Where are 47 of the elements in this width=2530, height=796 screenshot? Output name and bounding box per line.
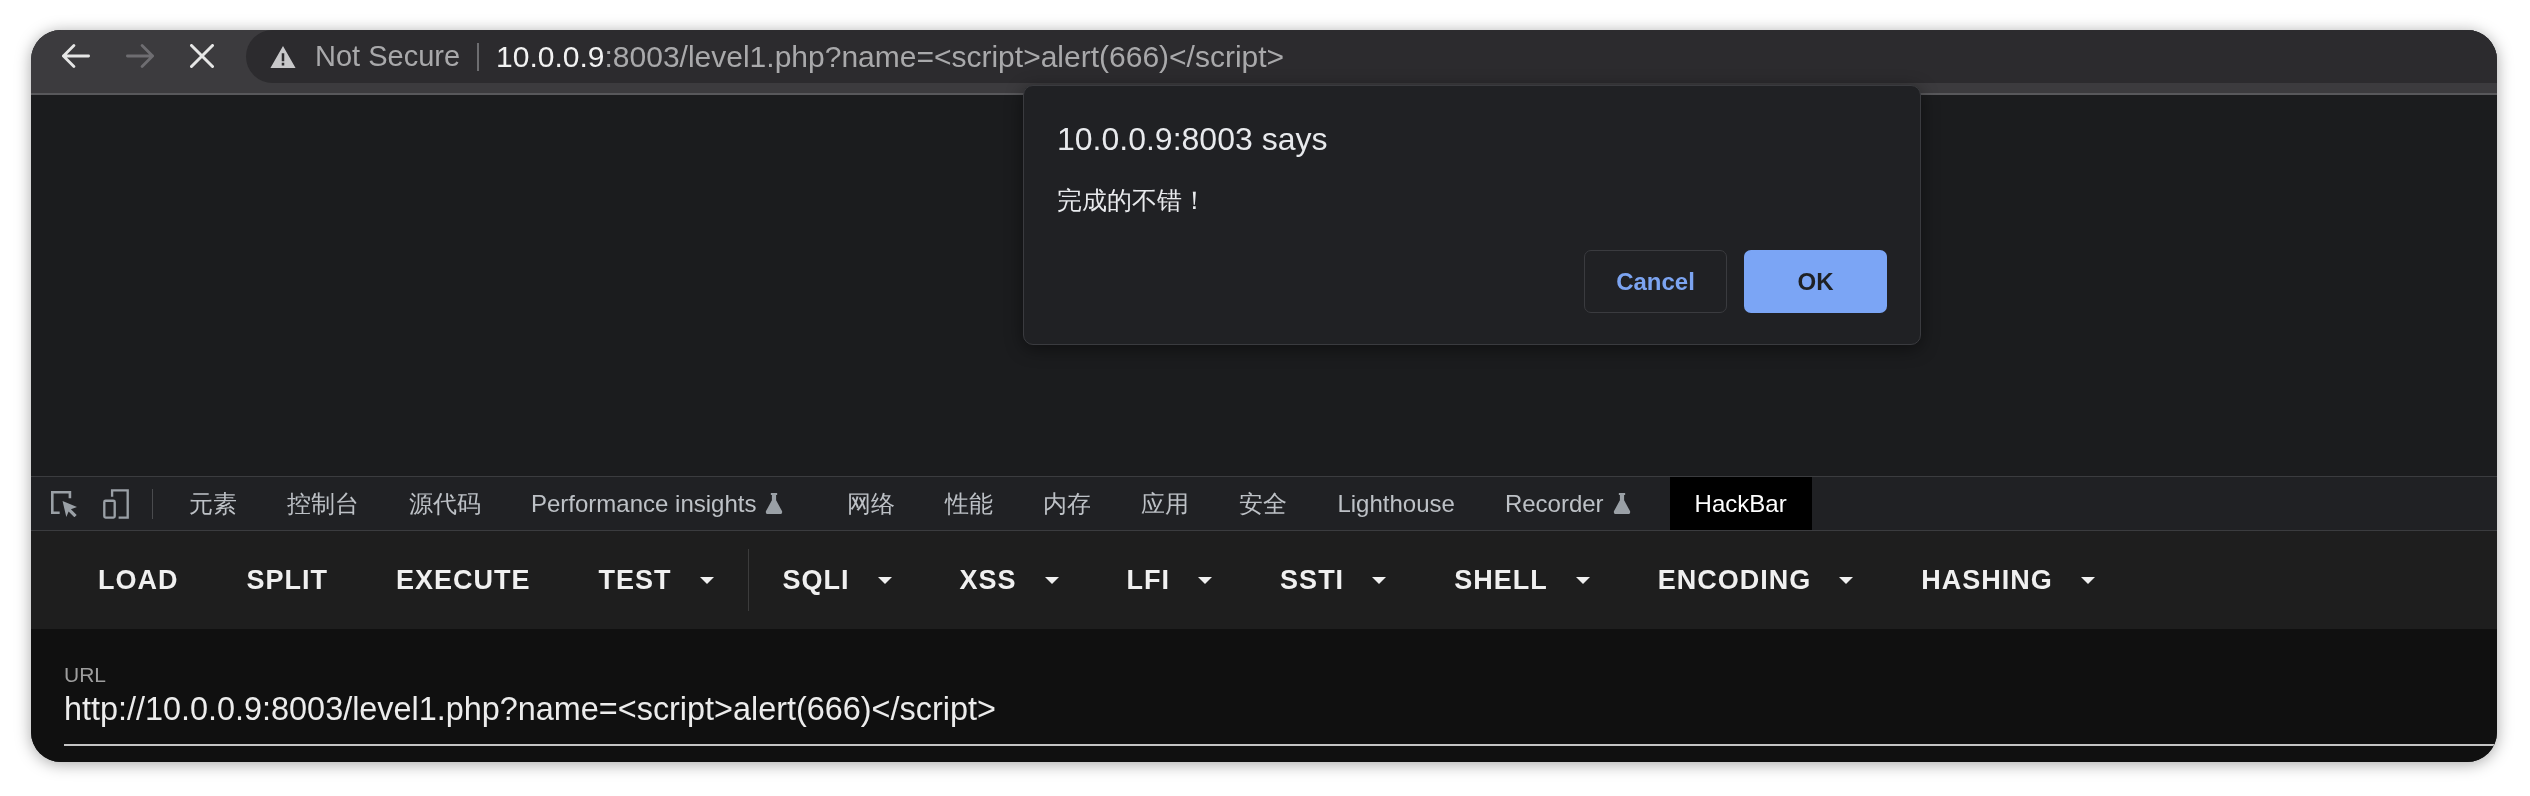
- devtools-tab[interactable]: 源代码: [384, 477, 506, 530]
- devtools-tab[interactable]: 网络: [822, 477, 921, 530]
- devtools-tab[interactable]: Lighthouse: [1312, 477, 1480, 530]
- field-label: URL: [64, 663, 107, 687]
- dropdown-button[interactable]: ENCODING: [1623, 549, 1888, 611]
- devices-icon[interactable]: [103, 488, 129, 519]
- flask-icon: [765, 493, 784, 514]
- url-field[interactable]: URL http://10.0.0.9:8003/level1.php?name=<script>alert(666)</script>: [64, 663, 2497, 746]
- devtools-tab[interactable]: 应用: [1116, 477, 1215, 530]
- url-text: 10.0.0.9:8003/level1.php?name=<script>alert(666)</script>: [496, 39, 1285, 74]
- devtools-tab[interactable]: 安全: [1214, 477, 1313, 530]
- dialog-title: 10.0.0.9:8003 says: [1057, 120, 1329, 159]
- devtools-tab[interactable]: Recorder: [1479, 477, 1670, 530]
- caret-icon: [699, 576, 714, 584]
- devtools-tab[interactable]: HackBar: [1669, 477, 1812, 530]
- devtools-tab[interactable]: 性能: [920, 477, 1019, 530]
- dropdown-button[interactable]: SHELL: [1420, 549, 1624, 611]
- caret-icon: [1044, 576, 1059, 584]
- flask-icon: [1612, 493, 1631, 514]
- dropdown-button[interactable]: SSTI: [1246, 549, 1421, 611]
- caret-icon: [877, 576, 892, 584]
- back-arrow-icon[interactable]: [62, 44, 90, 68]
- caret-icon: [1198, 576, 1213, 584]
- ok-button[interactable]: OK: [1744, 250, 1887, 313]
- devtools-tab[interactable]: 控制台: [262, 477, 384, 530]
- hackbar-button[interactable]: SPLIT: [212, 549, 362, 611]
- hackbar-button[interactable]: LOAD: [64, 549, 213, 611]
- inspect-cursor-icon[interactable]: [51, 490, 77, 517]
- caret-icon: [1839, 576, 1854, 584]
- caret-icon: [2080, 576, 2095, 584]
- cancel-button[interactable]: Cancel: [1584, 250, 1727, 313]
- devtools-tab[interactable]: 内存: [1018, 477, 1117, 530]
- devtools-tab[interactable]: Performance insights: [506, 477, 823, 530]
- warning-icon: [270, 45, 296, 68]
- dropdown-button[interactable]: HASHING: [1887, 549, 2129, 611]
- devtools-tab[interactable]: 元素: [164, 477, 262, 530]
- dropdown-button[interactable]: TEST: [564, 549, 748, 611]
- caret-icon: [1575, 576, 1590, 584]
- dropdown-button[interactable]: SQLI: [748, 549, 926, 611]
- dropdown-button[interactable]: LFI: [1092, 549, 1247, 611]
- address-bar[interactable]: Not Secure 10.0.0.9:8003/level1.php?name=<script>alert(666)</script>: [246, 30, 2497, 83]
- caret-icon: [1372, 576, 1387, 584]
- security-label: Not Secure: [315, 40, 461, 73]
- hackbar-button[interactable]: EXECUTE: [362, 549, 565, 611]
- dialog-message: 完成的不错！: [1057, 185, 1208, 216]
- cross-icon[interactable]: [190, 44, 214, 68]
- dropdown-button[interactable]: XSS: [925, 549, 1093, 611]
